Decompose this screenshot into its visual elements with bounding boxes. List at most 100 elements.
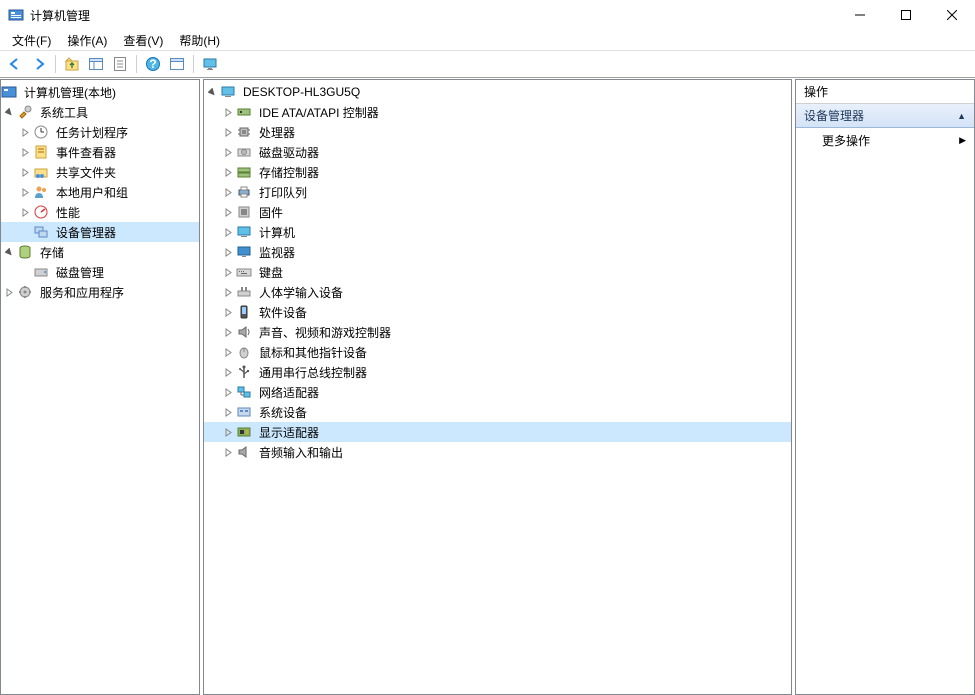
storage-icon [17,244,33,260]
menu-help[interactable]: 帮助(H) [171,30,228,51]
toolbar-separator [55,55,56,73]
window-title: 计算机管理 [30,7,837,24]
tree-device-manager[interactable]: 设备管理器 [1,222,199,242]
expander-closed-icon[interactable] [220,244,236,260]
expander-closed-icon[interactable] [220,444,236,460]
device-disk-drives[interactable]: 磁盘驱动器 [204,142,791,162]
refresh-button[interactable] [166,53,188,75]
svg-text:?: ? [149,57,156,71]
actions-pane-title: 操作 [796,80,974,104]
show-hide-tree-button[interactable] [85,53,107,75]
device-hid[interactable]: 人体学输入设备 [204,282,791,302]
expander-closed-icon[interactable] [220,104,236,120]
tree-label: 服务和应用程序 [37,283,127,302]
device-label: 网络适配器 [256,383,322,402]
tree-shared-folders[interactable]: 共享文件夹 [1,162,199,182]
expander-closed-icon[interactable] [220,344,236,360]
event-log-icon [33,144,49,160]
expander-closed-icon[interactable] [220,324,236,340]
menu-action[interactable]: 操作(A) [59,30,115,51]
device-storage-controllers[interactable]: 存储控制器 [204,162,791,182]
shared-folder-icon [33,164,49,180]
tree-task-scheduler[interactable]: 任务计划程序 [1,122,199,142]
device-ide[interactable]: IDE ATA/ATAPI 控制器 [204,102,791,122]
device-computer-node[interactable]: DESKTOP-HL3GU5Q [204,82,791,102]
device-tree-pane[interactable]: DESKTOP-HL3GU5Q IDE ATA/ATAPI 控制器 处理器 磁盘… [203,79,792,695]
tree-event-viewer[interactable]: 事件查看器 [1,142,199,162]
expander-closed-icon[interactable] [220,164,236,180]
up-level-button[interactable] [61,53,83,75]
monitor-button[interactable] [199,53,221,75]
tree-performance[interactable]: 性能 [1,202,199,222]
expander-closed-icon[interactable] [220,184,236,200]
expander-open-icon[interactable] [1,104,17,120]
tree-root-computer-management[interactable]: 计算机管理(本地) [1,82,199,102]
maximize-button[interactable] [883,0,929,30]
device-computers[interactable]: 计算机 [204,222,791,242]
display-adapter-icon [236,424,252,440]
device-mice[interactable]: 鼠标和其他指针设备 [204,342,791,362]
expander-closed-icon[interactable] [220,424,236,440]
expander-closed-icon[interactable] [220,124,236,140]
expander-closed-icon[interactable] [1,284,17,300]
device-network[interactable]: 网络适配器 [204,382,791,402]
back-button[interactable] [4,53,26,75]
expander-closed-icon[interactable] [220,264,236,280]
minimize-button[interactable] [837,0,883,30]
tree-disk-management[interactable]: 磁盘管理 [1,262,199,282]
tree-label: 磁盘管理 [53,263,107,282]
device-keyboards[interactable]: 键盘 [204,262,791,282]
expander-closed-icon[interactable] [220,404,236,420]
expander-closed-icon[interactable] [17,204,33,220]
expander-closed-icon[interactable] [220,224,236,240]
device-usb[interactable]: 通用串行总线控制器 [204,362,791,382]
tree-local-users[interactable]: 本地用户和组 [1,182,199,202]
help-button[interactable]: ? [142,53,164,75]
device-firmware[interactable]: 固件 [204,202,791,222]
forward-button[interactable] [28,53,50,75]
actions-header-label: 设备管理器 [804,107,864,124]
expander-closed-icon[interactable] [17,184,33,200]
close-button[interactable] [929,0,975,30]
expander-closed-icon[interactable] [220,364,236,380]
menu-view[interactable]: 查看(V) [115,30,171,51]
device-monitors[interactable]: 监视器 [204,242,791,262]
audio-io-icon [236,444,252,460]
device-display-adapters[interactable]: 显示适配器 [204,422,791,442]
tree-label: 系统工具 [37,103,91,122]
device-label: 监视器 [256,243,298,262]
users-icon [33,184,49,200]
device-processors[interactable]: 处理器 [204,122,791,142]
expander-open-icon[interactable] [1,244,17,260]
device-print-queues[interactable]: 打印队列 [204,182,791,202]
tree-storage[interactable]: 存储 [1,242,199,262]
tree-system-tools[interactable]: 系统工具 [1,102,199,122]
expander-closed-icon[interactable] [220,304,236,320]
expander-closed-icon[interactable] [220,144,236,160]
tree-label: 事件查看器 [53,143,119,162]
actions-header[interactable]: 设备管理器 ▲ [796,104,974,128]
expander-closed-icon[interactable] [220,284,236,300]
device-label: 计算机 [256,223,298,242]
device-system[interactable]: 系统设备 [204,402,791,422]
window-controls [837,0,975,30]
console-tree-pane[interactable]: 计算机管理(本地) 系统工具 任务计划程序 事件查看器 [0,79,200,695]
device-label: 处理器 [256,123,298,142]
tree-services-apps[interactable]: 服务和应用程序 [1,282,199,302]
actions-more[interactable]: 更多操作 ▶ [796,128,974,153]
expander-closed-icon[interactable] [17,124,33,140]
device-software[interactable]: 软件设备 [204,302,791,322]
expander-open-icon[interactable] [204,84,220,100]
tree-label: 性能 [53,203,83,222]
expander-closed-icon[interactable] [220,204,236,220]
tree-label: 本地用户和组 [53,183,131,202]
expander-closed-icon[interactable] [220,384,236,400]
device-audio-io[interactable]: 音频输入和输出 [204,442,791,462]
expander-closed-icon[interactable] [17,144,33,160]
properties-button[interactable] [109,53,131,75]
device-sound[interactable]: 声音、视频和游戏控制器 [204,322,791,342]
menu-file[interactable]: 文件(F) [4,30,59,51]
device-label: 存储控制器 [256,163,322,182]
expander-closed-icon[interactable] [17,164,33,180]
toolbar-separator [136,55,137,73]
